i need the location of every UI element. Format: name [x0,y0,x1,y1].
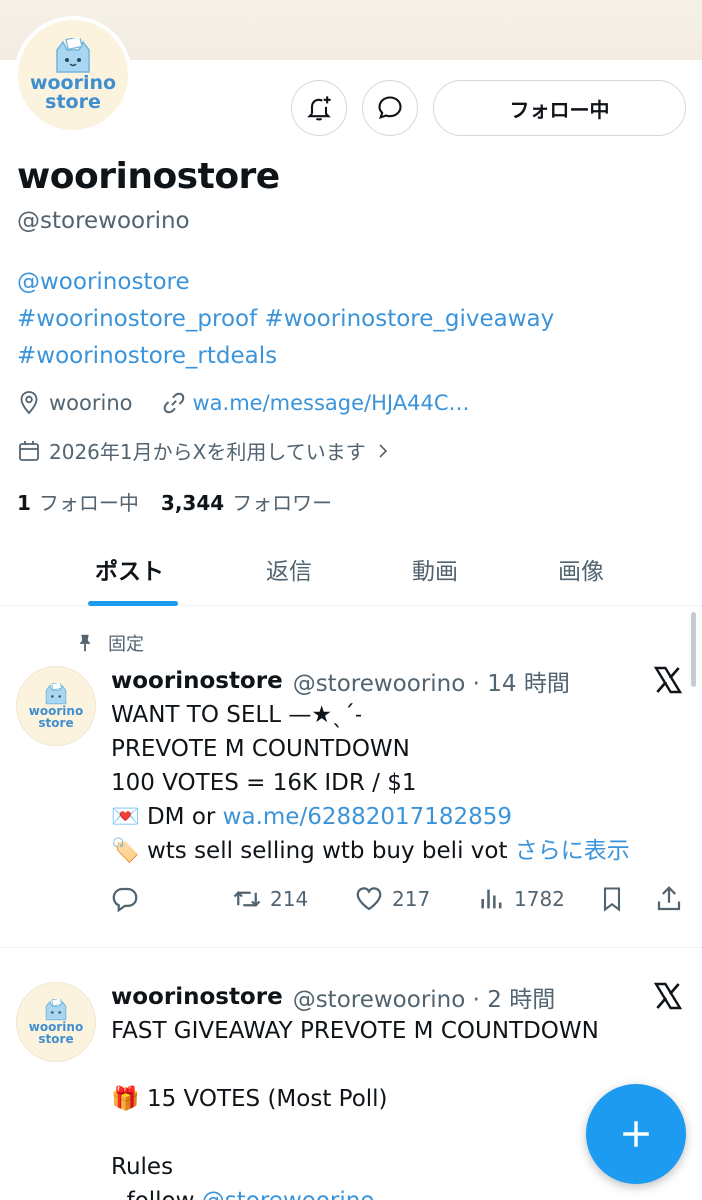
retweet-button[interactable]: 214 [232,884,308,914]
bookmark-icon [603,887,621,912]
tab-images[interactable]: 画像 [558,552,604,586]
post-handle-time[interactable]: @storewoorino · 14 時間 [293,664,570,698]
profile-bio: @woorinostore #woorinostore_proof #woori… [17,264,554,375]
tag-emoji: 🏷️ [111,838,140,864]
gift-emoji: 🎁 [111,1086,140,1112]
post-divider [0,947,702,948]
chevron-right-icon [379,443,387,458]
post-line: Rules [111,1154,174,1180]
bio-hashtag-line[interactable]: #woorinostore_rtdeals [17,338,554,375]
scrollbar-thumb[interactable] [691,612,696,687]
retweet-icon [233,891,261,907]
profile-avatar[interactable]: woorino store [14,16,132,134]
pinned-indicator: 固定 [74,630,144,656]
post-author-name[interactable]: woorinostore [111,984,283,1010]
retweet-count: 214 [270,887,309,911]
post-avatar[interactable]: woorino store [16,666,96,746]
post-actions: 214 217 1782 [0,878,702,920]
like-count: 217 [392,887,431,911]
share-button[interactable] [654,884,692,914]
bio-mention-link[interactable]: @woorinostore [17,264,554,301]
tab-replies[interactable]: 返信 [266,552,312,586]
joined-date-row[interactable]: 2026年1月からXを利用しています [17,436,392,465]
message-button[interactable] [362,80,418,136]
post-line: WANT TO SELL —★ˎˊ˗ [111,702,363,728]
following-label: フォロー中 [38,491,139,515]
post-line: 🎁 15 VOTES (Most Poll) [111,1082,599,1116]
views-button[interactable]: 1782 [478,884,565,914]
profile-handle: @storewoorino [17,208,190,234]
following-button[interactable]: フォロー中 [433,80,686,136]
cat-mascot-icon [56,38,90,73]
view-count: 1782 [514,887,565,911]
display-name: woorinostore [17,156,280,197]
reply-icon [112,887,138,913]
reply-button[interactable] [110,884,148,914]
logo-text-line2: store [38,716,74,730]
active-tab-indicator [88,601,178,606]
share-icon [657,886,681,911]
bio-hashtags-line[interactable]: #woorinostore_proof #woorinostore_giveaw… [17,301,554,338]
post-text-fragment: - follow [111,1188,202,1200]
show-more-link[interactable]: さらに表示 [515,838,630,864]
location-pin-icon [20,391,38,415]
post-line: - follow @storewoorino [111,1184,599,1200]
notify-button[interactable] [291,80,347,136]
following-count-link[interactable]: 1 フォロー中 [17,487,139,516]
followers-label: フォロワー [232,491,333,515]
bookmark-button[interactable] [598,884,634,914]
post-handle-time[interactable]: @storewoorino · 2 時間 [293,980,556,1014]
logo-text-line2: store [45,91,101,113]
heart-icon [356,887,382,911]
post-line: 100 VOTES = 16K IDR / $1 [111,770,417,796]
post-line: FAST GIVEAWAY PREVOTE M COUNTDOWN [111,1018,599,1044]
post-line: 💌 DM or wa.me/62882017182859 [111,800,630,834]
logo-text-line2: store [38,1032,74,1046]
followers-count-link[interactable]: 3,344 フォロワー [161,487,332,516]
chat-bubble-icon [378,96,402,120]
post-author-name[interactable]: woorinostore [111,668,283,694]
tab-videos[interactable]: 動画 [412,552,458,586]
cat-mascot-icon [45,683,67,705]
follow-counts: 1 フォロー中 3,344 フォロワー [17,487,332,516]
location-text: woorino [49,391,133,415]
link-icon [163,392,184,414]
profile-meta: woorino wa.me/message/HJA44C… [17,390,470,416]
post-text[interactable]: WANT TO SELL —★ˎˊ˗ PREVOTE M COUNTDOWN 1… [111,698,630,868]
post-line: 🏷️ wts sell selling wtb buy beli vot さらに… [111,834,630,868]
pinned-label: 固定 [108,634,144,655]
x-logo-icon[interactable] [652,664,684,696]
post-text-fragment: DM or [146,804,223,830]
like-button[interactable]: 217 [354,884,430,914]
profile-tabs: ポスト 返信 動画 画像 [0,540,702,606]
calendar-icon [19,440,39,461]
followers-count: 3,344 [160,491,225,515]
following-count: 1 [17,491,31,515]
website-link[interactable]: wa.me/message/HJA44C… [193,391,470,415]
x-logo-icon[interactable] [652,980,684,1012]
post-line: PREVOTE M COUNTDOWN [111,736,410,762]
post-header: woorinostore @storewoorino · 14 時間 [111,664,570,698]
analytics-icon [481,889,502,909]
post-text[interactable]: FAST GIVEAWAY PREVOTE M COUNTDOWN 🎁 15 V… [111,1014,599,1200]
post-text-fragment: wts sell selling wtb buy beli vot [146,838,515,864]
envelope-emoji: 💌 [111,804,140,830]
post-link[interactable]: wa.me/62882017182859 [223,804,512,830]
pin-icon [79,634,91,652]
post-header: woorinostore @storewoorino · 2 時間 [111,980,555,1014]
tab-posts[interactable]: ポスト [95,552,164,586]
post-avatar[interactable]: woorino store [16,982,96,1062]
compose-button[interactable] [586,1084,686,1184]
joined-text: 2026年1月からXを利用しています [49,440,366,464]
plus-icon [623,1121,649,1147]
post-mention-link[interactable]: @storewoorino [202,1188,375,1200]
avatar-logo: woorino store [18,20,128,130]
cat-mascot-icon [45,999,67,1021]
post-text-fragment: 15 VOTES (Most Poll) [146,1086,388,1112]
bell-plus-icon [307,96,331,121]
